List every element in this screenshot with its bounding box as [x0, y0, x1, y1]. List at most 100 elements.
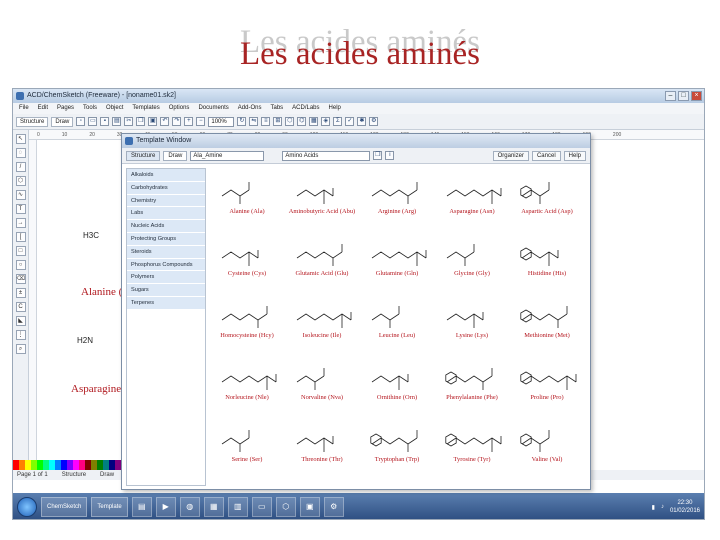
- template-category-select[interactable]: Amino Acids: [282, 150, 371, 161]
- menu-item-help[interactable]: Help: [329, 103, 341, 114]
- network-icon[interactable]: ▮: [652, 504, 655, 511]
- help-button[interactable]: Help: [563, 150, 586, 161]
- flip-icon[interactable]: ⇋: [249, 117, 259, 126]
- print-icon[interactable]: ▤: [112, 117, 122, 126]
- lasso-tool-icon[interactable]: ◌: [15, 148, 26, 158]
- presentation-icon[interactable]: ▣: [299, 497, 320, 517]
- amino-acid-tyrosine[interactable]: Tyrosine (Tyr): [437, 418, 507, 478]
- benzene-icon[interactable]: ⌬: [297, 117, 307, 126]
- amino-acid-glycine[interactable]: Glycine (Gly): [437, 232, 507, 292]
- menu-item-add-ons[interactable]: Add-Ons: [238, 103, 262, 114]
- copy-template-icon[interactable]: ❐: [373, 151, 383, 160]
- calc-icon[interactable]: Σ: [333, 117, 343, 126]
- ring-tool-icon[interactable]: ⬡: [15, 176, 26, 186]
- browser-icon[interactable]: ◍: [179, 497, 200, 517]
- organizer-button[interactable]: Organizer: [492, 150, 529, 161]
- menu-item-file[interactable]: File: [19, 103, 29, 114]
- 3d-view-icon[interactable]: ◈: [321, 117, 331, 126]
- amino-acid-lysine[interactable]: Lysine (Lys): [437, 294, 507, 354]
- eraser-tool-icon[interactable]: ⌫: [15, 274, 26, 284]
- template-icon[interactable]: ▦: [309, 117, 319, 126]
- menu-item-documents[interactable]: Documents: [198, 103, 228, 114]
- start-button[interactable]: [17, 497, 37, 517]
- amino-acid-phenylalanine[interactable]: Phenylalanine (Phe): [437, 356, 507, 416]
- arrow-tool-icon[interactable]: →: [15, 218, 26, 228]
- cut-icon[interactable]: ✂: [124, 117, 134, 126]
- menu-item-tabs[interactable]: Tabs: [270, 103, 283, 114]
- clean-icon[interactable]: ✱: [357, 117, 367, 126]
- menu-item-options[interactable]: Options: [169, 103, 190, 114]
- stereo-tool-icon[interactable]: ◣: [15, 316, 26, 326]
- tools-icon[interactable]: ⚙: [323, 497, 344, 517]
- save-icon[interactable]: ▪: [100, 117, 110, 126]
- ring-icon[interactable]: ⬡: [285, 117, 295, 126]
- maximize-button[interactable]: □: [678, 91, 689, 101]
- amino-acid-serine[interactable]: Serine (Ser): [212, 418, 282, 478]
- align-icon[interactable]: ≡: [261, 117, 271, 126]
- text-tool-icon[interactable]: T: [15, 204, 26, 214]
- draw-tab[interactable]: Draw: [51, 116, 74, 127]
- rotate-icon[interactable]: ↻: [237, 117, 247, 126]
- category-item-phosphorus-compounds[interactable]: Phosphorus Compounds: [127, 258, 205, 272]
- amino-acid-glutamic-acid[interactable]: Glutamic Acid (Glu): [287, 232, 357, 292]
- printer-icon[interactable]: ▭: [251, 497, 272, 517]
- rectangle-tool-icon[interactable]: □: [15, 246, 26, 256]
- paste-icon[interactable]: ▣: [148, 117, 158, 126]
- new-file-icon[interactable]: ▫: [76, 117, 86, 126]
- window-titlebar[interactable]: ACD/ChemSketch (Freeware) - [noname01.sk…: [13, 89, 704, 103]
- taskbar-item-template[interactable]: Template: [91, 497, 128, 517]
- copy-icon[interactable]: ❐: [136, 117, 146, 126]
- hash-tool-icon[interactable]: ⋮: [15, 330, 26, 340]
- amino-acid-aminobutyric-acid[interactable]: Aminobutyric Acid (Abu): [287, 170, 357, 230]
- redo-icon[interactable]: ↷: [172, 117, 182, 126]
- menu-item-object[interactable]: Object: [106, 103, 123, 114]
- chemistry-app-icon[interactable]: ⬡: [275, 497, 296, 517]
- category-item-alkaloids[interactable]: Alkaloids: [127, 169, 205, 182]
- zoom-select[interactable]: 100%: [208, 116, 235, 127]
- amino-acid-proline[interactable]: Proline (Pro): [512, 356, 582, 416]
- minimize-button[interactable]: –: [665, 91, 676, 101]
- template-window-titlebar[interactable]: Template Window: [122, 134, 590, 148]
- close-button[interactable]: ×: [691, 91, 702, 101]
- volume-icon[interactable]: ♪: [661, 504, 664, 510]
- settings-icon[interactable]: ⚙: [369, 117, 379, 126]
- amino-acid-histidine[interactable]: Histidine (His): [512, 232, 582, 292]
- document-icon[interactable]: ▦: [203, 497, 224, 517]
- chain-tool-icon[interactable]: ∿: [15, 190, 26, 200]
- open-folder-icon[interactable]: ▭: [88, 117, 98, 126]
- amino-acid-asparagine[interactable]: Asparagine (Asn): [437, 170, 507, 230]
- amino-acid-valine[interactable]: Valine (Val): [512, 418, 582, 478]
- group-icon[interactable]: ⊞: [273, 117, 283, 126]
- category-item-steroids[interactable]: Steroids: [127, 245, 205, 259]
- category-item-polymers[interactable]: Polymers: [127, 271, 205, 285]
- explorer-icon[interactable]: ▤: [131, 497, 152, 517]
- amino-acid-glutamine[interactable]: Glutamine (Gln): [362, 232, 432, 292]
- amino-acid-isoleucine[interactable]: Isoleucine (Ile): [287, 294, 357, 354]
- menu-item-edit[interactable]: Edit: [38, 103, 48, 114]
- zoom-out-icon[interactable]: −: [196, 117, 206, 126]
- cancel-button[interactable]: Cancel: [531, 150, 561, 161]
- zoom-tool-icon[interactable]: ⌕: [15, 344, 26, 354]
- category-item-protecting-groups[interactable]: Protecting Groups: [127, 232, 205, 246]
- amino-acid-aspartic-acid[interactable]: Aspartic Acid (Asp): [512, 170, 582, 230]
- template-subset-select[interactable]: Ala_Amine: [190, 150, 265, 161]
- amino-acid-norvaline[interactable]: Norvaline (Nva): [287, 356, 357, 416]
- amino-acid-homocysteine[interactable]: Homocysteine (Hcy): [212, 294, 282, 354]
- amino-acid-threonine[interactable]: Threonine (Thr): [287, 418, 357, 478]
- circle-tool-icon[interactable]: ○: [15, 260, 26, 270]
- amino-acid-cysteine[interactable]: Cysteine (Cys): [212, 232, 282, 292]
- undo-icon[interactable]: ↶: [160, 117, 170, 126]
- atom-tool-icon[interactable]: C: [15, 302, 26, 312]
- category-item-carbohydrates[interactable]: Carbohydrates: [127, 181, 205, 195]
- amino-acid-ornithine[interactable]: Ornithine (Orn): [362, 356, 432, 416]
- amino-acid-norleucine[interactable]: Norleucine (Nle): [212, 356, 282, 416]
- amino-acid-alanine[interactable]: Alanine (Ala): [212, 170, 282, 230]
- check-icon[interactable]: ✓: [345, 117, 355, 126]
- category-item-labs[interactable]: Labs: [127, 207, 205, 221]
- bracket-tool-icon[interactable]: [: [15, 232, 26, 242]
- amino-acid-leucine[interactable]: Leucine (Leu): [362, 294, 432, 354]
- structure-tab[interactable]: Structure: [16, 116, 49, 127]
- zoom-in-icon[interactable]: +: [184, 117, 194, 126]
- menu-item-pages[interactable]: Pages: [57, 103, 74, 114]
- select-tool-icon[interactable]: ↖: [15, 134, 26, 144]
